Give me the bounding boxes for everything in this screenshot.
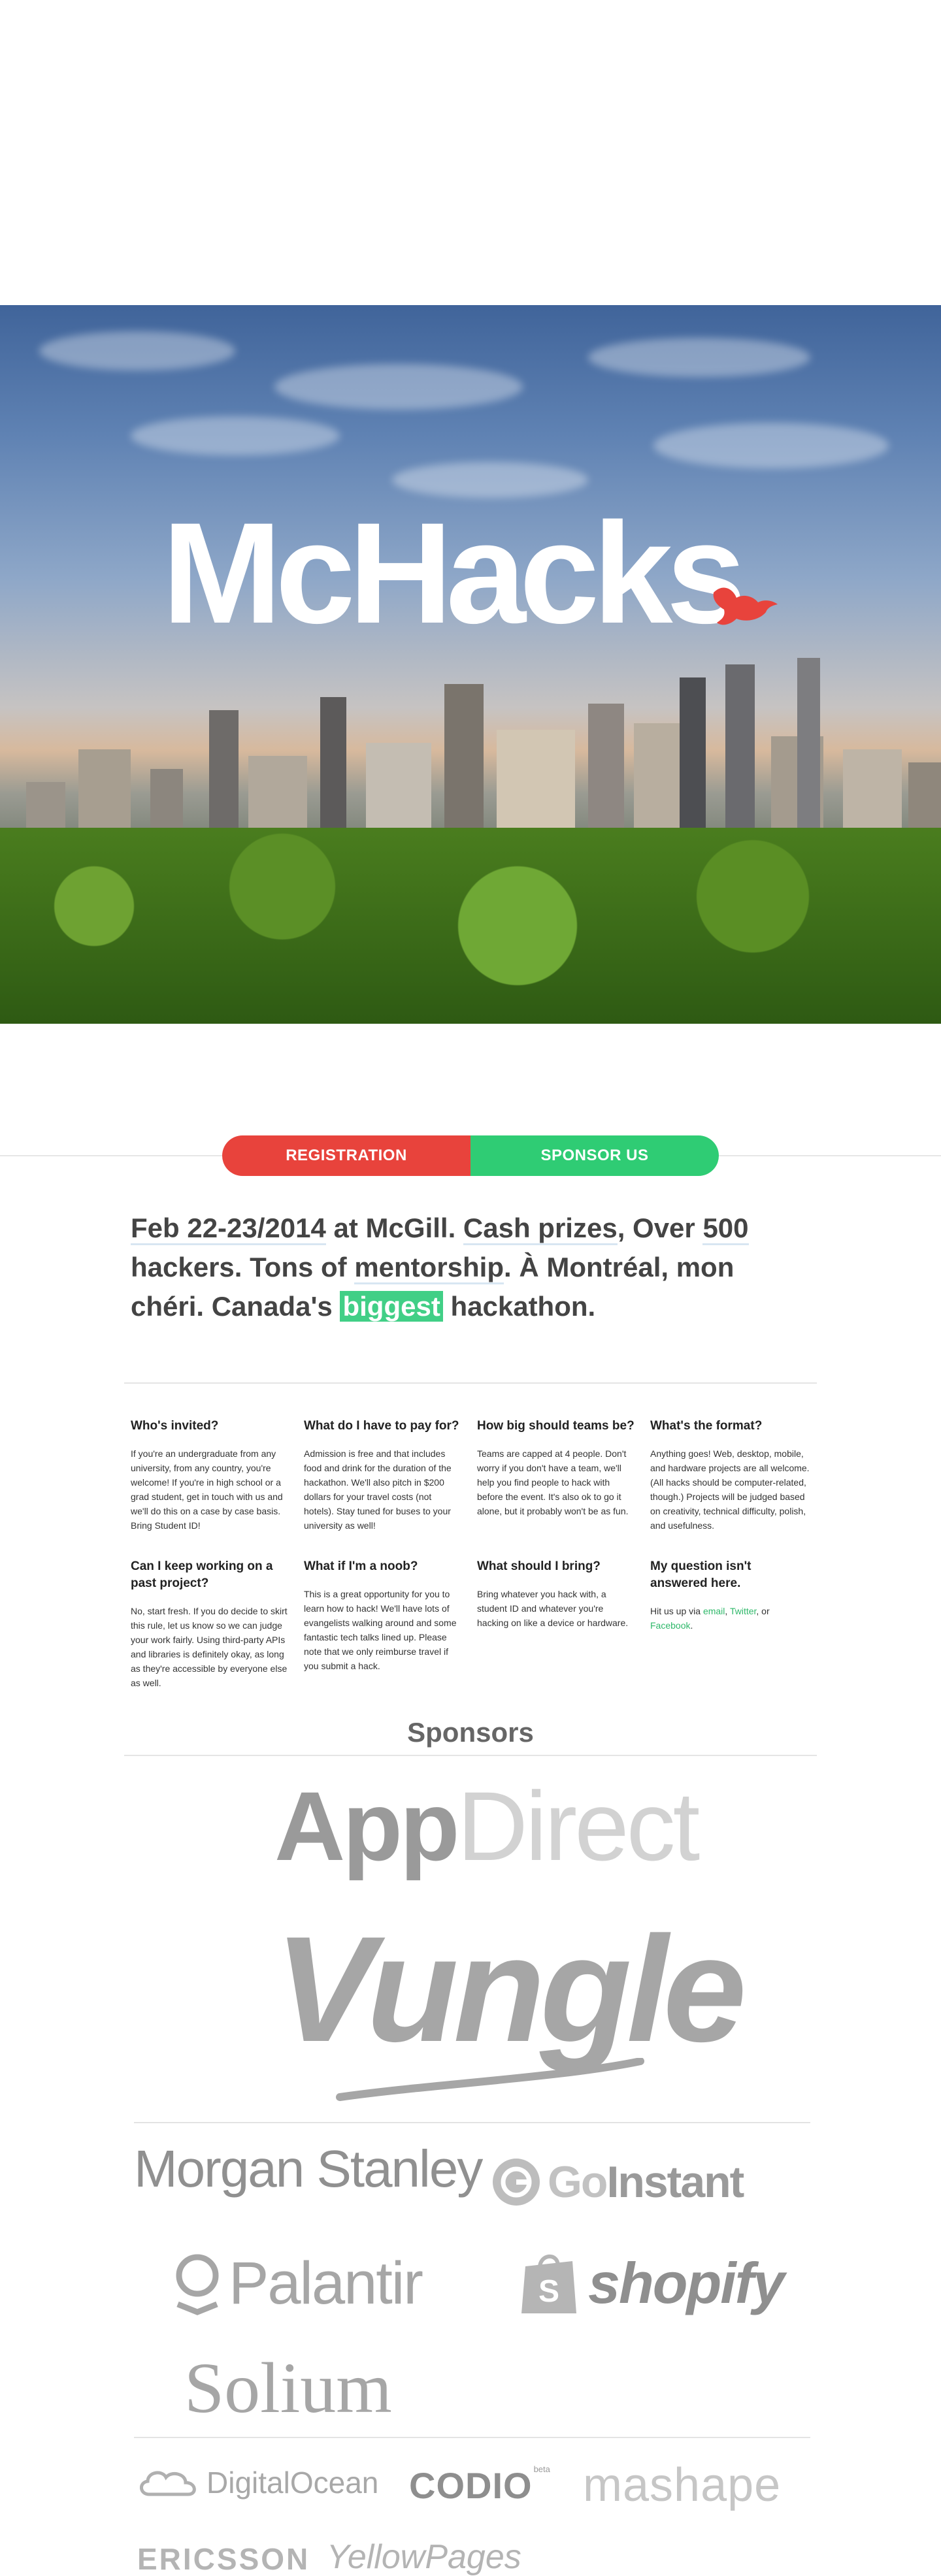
faq-question: Who's invited?	[131, 1419, 219, 1433]
tree-canopy	[0, 828, 941, 1024]
faq-answer-text: Hit us up via	[650, 1606, 703, 1616]
cloud	[274, 364, 523, 410]
goinstant-logo-part: Instant	[606, 2157, 744, 2207]
sponsors-divider	[124, 1755, 817, 1756]
sponsor-us-button[interactable]: SPONSOR US	[470, 1135, 719, 1176]
tagline-text: at McGill.	[325, 1213, 463, 1243]
faq-answer: This is a great opportunity for you to l…	[304, 1589, 457, 1671]
facebook-link[interactable]: Facebook	[650, 1620, 690, 1631]
faq-answer-text: .	[690, 1620, 693, 1631]
faq-answer-text: , or	[756, 1606, 770, 1616]
digitalocean-logo[interactable]: DigitalOcean	[136, 2463, 378, 2502]
tagline-text: , Over	[617, 1213, 703, 1243]
faq-question: What's the format?	[650, 1419, 763, 1433]
codio-logo-text: CODIO	[409, 2465, 533, 2506]
faq-question: How big should teams be?	[477, 1419, 635, 1433]
faq-item: Who's invited? If you're an undergraduat…	[131, 1418, 291, 1533]
cloud	[588, 338, 810, 377]
tagline-text: hackathon.	[442, 1291, 596, 1322]
faq-item: What should I bring? Bring whatever you …	[477, 1558, 637, 1630]
registration-button[interactable]: REGISTRATION	[222, 1135, 470, 1176]
faq-item: How big should teams be? Teams are cappe…	[477, 1418, 637, 1518]
appdirect-logo-part: Direct	[457, 1771, 701, 1881]
faq-answer: Admission is free and that includes food…	[304, 1448, 452, 1531]
codio-beta-badge: beta	[533, 2464, 550, 2474]
digitalocean-logo-text: DigitalOcean	[206, 2466, 379, 2500]
cta-bar: REGISTRATION SPONSOR US	[222, 1135, 719, 1176]
appdirect-logo-part: App	[274, 1771, 460, 1881]
palantir-logo-text: Palantir	[229, 2249, 423, 2317]
tagline-highlight: biggest	[340, 1291, 443, 1322]
tagline: Feb 22-23/2014 at McGill. Cash prizes, O…	[131, 1209, 810, 1326]
faq-answer: If you're an undergraduate from any univ…	[131, 1448, 283, 1531]
faq-answer: Hit us up via email, Twitter, or Faceboo…	[650, 1604, 810, 1633]
shopify-bag-icon: S	[521, 2254, 576, 2313]
palantir-logo[interactable]: Palantir	[171, 2247, 423, 2319]
faq-answer: Anything goes! Web, desktop, mobile, and…	[650, 1448, 810, 1531]
palantir-icon	[176, 2254, 219, 2315]
goinstant-g-icon	[493, 2159, 540, 2206]
faq-divider	[124, 1382, 817, 1384]
cloud	[653, 423, 889, 468]
vungle-logo[interactable]: Vungle	[274, 1914, 747, 2064]
faq-answer: Teams are capped at 4 people. Don't worr…	[477, 1448, 629, 1516]
faq-answer: Bring whatever you hack with, a student …	[477, 1589, 629, 1628]
tagline-count: 500	[702, 1213, 749, 1245]
faq-item: What's the format? Anything goes! Web, d…	[650, 1418, 810, 1533]
faq-item: What do I have to pay for? Admission is …	[304, 1418, 464, 1533]
email-link[interactable]: email	[703, 1606, 725, 1616]
shopify-logo-text: shopify	[588, 2251, 785, 2315]
sponsor-tier-divider	[134, 2122, 810, 2123]
solium-logo[interactable]: Solium	[184, 2352, 392, 2424]
faq-item: What if I'm a noob? This is a great oppo…	[304, 1558, 464, 1673]
tagline-mentorship: mentorship	[354, 1252, 504, 1284]
faq-answer: No, start fresh. If you do decide to ski…	[131, 1606, 288, 1688]
faq-item: Can I keep working on a past project? No…	[131, 1558, 291, 1690]
digitalocean-cloud-icon	[140, 2471, 196, 2496]
faq-question: What if I'm a noob?	[304, 1559, 418, 1573]
faq-question: My question isn't answered here.	[650, 1559, 751, 1590]
mashape-logo[interactable]: mashape	[583, 2462, 781, 2509]
appdirect-logo[interactable]: AppDirect	[274, 1777, 700, 1875]
mchacks-logo: McHacks	[162, 493, 746, 653]
ericsson-logo[interactable]: ERICSSON	[137, 2544, 310, 2574]
hero-banner: McHacks	[0, 305, 941, 1024]
vungle-swoosh-icon	[336, 2058, 644, 2101]
shopify-logo[interactable]: S shopify	[518, 2247, 785, 2319]
red-bird-icon	[713, 587, 778, 625]
faq-question: Can I keep working on a past project?	[131, 1559, 273, 1590]
cloud	[131, 416, 340, 455]
yellowpages-logo[interactable]: YellowPages	[327, 2540, 521, 2574]
goinstant-logo-part: Go	[548, 2157, 608, 2207]
svg-text:S: S	[538, 2274, 559, 2309]
sponsor-tier-divider	[134, 2437, 810, 2438]
codio-logo[interactable]: CODIO beta	[409, 2464, 550, 2506]
faq-answer-text: ,	[725, 1606, 730, 1616]
cloud	[39, 331, 235, 370]
tagline-date: Feb 22-23/2014	[131, 1213, 326, 1245]
faq-item: My question isn't answered here. Hit us …	[650, 1558, 810, 1633]
goinstant-logo[interactable]: Go Instant	[491, 2156, 744, 2208]
twitter-link[interactable]: Twitter	[730, 1606, 756, 1616]
morgan-stanley-logo[interactable]: Morgan Stanley	[134, 2143, 483, 2195]
faq-question: What do I have to pay for?	[304, 1419, 459, 1433]
tagline-text: hackers. Tons of	[131, 1252, 355, 1282]
sponsors-title: Sponsors	[407, 1717, 534, 1748]
tagline-prizes: Cash prizes	[463, 1213, 618, 1245]
faq-question: What should I bring?	[477, 1559, 601, 1573]
